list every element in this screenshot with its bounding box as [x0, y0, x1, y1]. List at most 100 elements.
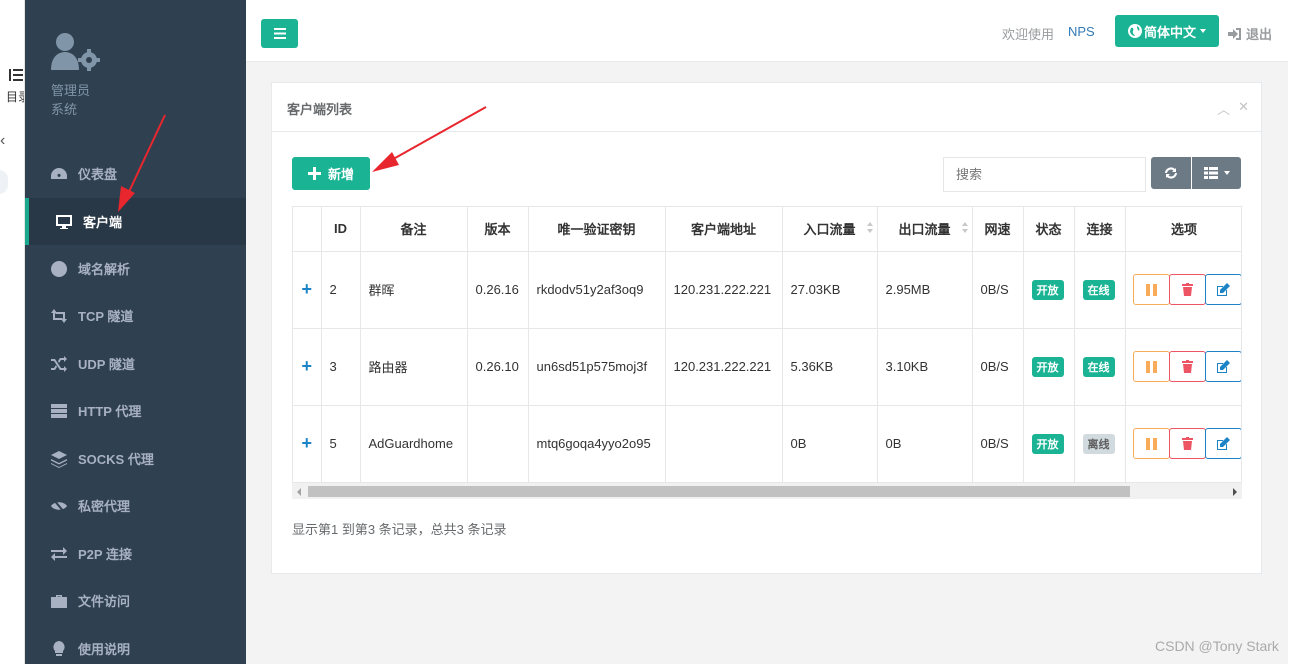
pause-button[interactable] [1132, 274, 1170, 305]
expand-button[interactable]: + [293, 251, 322, 329]
cell-version [467, 405, 529, 483]
col-in-flow[interactable]: 入口流量 [782, 207, 878, 252]
col-out-flow[interactable]: 出口流量 [877, 207, 973, 252]
dashboard-icon [50, 165, 68, 183]
col-address[interactable]: 客户端地址 [665, 207, 783, 252]
edit-button[interactable] [1204, 428, 1241, 459]
sidebar-item-label: 私密代理 [78, 499, 131, 514]
expand-button[interactable]: + [293, 328, 322, 406]
sidebar-item-label: P2P 连接 [78, 547, 132, 562]
delete-button[interactable] [1168, 428, 1206, 459]
col-id[interactable]: ID [321, 207, 361, 252]
scrollbar-thumb[interactable] [308, 486, 1130, 497]
cell-speed: 0B/S [972, 251, 1024, 329]
add-client-button[interactable]: 新增 [292, 157, 370, 190]
status-badge: 开放 [1031, 356, 1064, 377]
chevron-up-icon[interactable]: ︿ [1217, 99, 1230, 118]
globe-icon [50, 260, 68, 278]
status-badge: 开放 [1031, 279, 1064, 300]
th-list-icon [1203, 167, 1218, 179]
sort-icon[interactable] [866, 222, 873, 236]
cell-out-flow: 3.10KB [877, 328, 973, 406]
connection-badge: 在线 [1082, 279, 1115, 300]
outer-circle [0, 170, 8, 194]
cell-address: 120.231.222.221 [665, 251, 783, 329]
delete-button[interactable] [1168, 274, 1206, 305]
language-dropdown[interactable]: 简体中文 [1115, 15, 1219, 47]
col-connection[interactable]: 连接 [1074, 207, 1126, 252]
refresh-button[interactable] [1151, 157, 1191, 189]
sidebar-item-tcp[interactable]: TCP 隧道 [25, 292, 246, 339]
sidebar-item-files[interactable]: 文件访问 [25, 577, 246, 624]
hamburger-icon [273, 28, 286, 39]
logout-label: 退出 [1246, 27, 1273, 42]
brand-link[interactable]: NPS [1068, 24, 1095, 39]
card-tools: ︿ ✕ [1217, 99, 1249, 118]
sidebar-item-http[interactable]: HTTP 代理 [25, 387, 246, 434]
sidebar-item-label: SOCKS 代理 [78, 452, 154, 467]
cell-id: 2 [321, 251, 361, 329]
pagination-info: 显示第1 到第3 条记录，总共3 条记录 [292, 522, 507, 537]
cell-in-flow: 27.03KB [782, 251, 878, 329]
cell-out-flow: 2.95MB [877, 251, 973, 329]
delete-button[interactable] [1168, 351, 1206, 382]
sidebar-item-p2p[interactable]: P2P 连接 [25, 530, 246, 577]
search-input[interactable] [943, 157, 1146, 192]
pause-icon [1145, 360, 1157, 373]
list-icon[interactable] [9, 68, 23, 82]
cell-version: 0.26.10 [467, 328, 529, 406]
cell-address [665, 405, 783, 483]
edit-button[interactable] [1204, 274, 1241, 305]
pause-button[interactable] [1132, 351, 1170, 382]
sidebar-item-help[interactable]: 使用说明 [25, 625, 246, 664]
sidebar-item-udp[interactable]: UDP 隧道 [25, 340, 246, 387]
cell-vkey: rkdodv51y2af3oq9 [528, 251, 666, 329]
horizontal-scrollbar[interactable] [292, 482, 1242, 499]
scroll-right-icon[interactable] [1233, 488, 1237, 496]
sidebar-item-label: 客户端 [83, 215, 123, 230]
cell-id: 5 [321, 405, 361, 483]
columns-toggle-button[interactable] [1192, 157, 1241, 189]
caret-down-icon [1223, 171, 1230, 175]
plus-icon [307, 167, 321, 180]
card-title: 客户端列表 [287, 102, 353, 117]
cell-status: 开放 [1023, 405, 1075, 483]
expand-button[interactable]: + [293, 405, 322, 483]
col-options: 选项 [1125, 207, 1241, 252]
table-row: +3 路由器 0.26.10 un6sd51p575moj3f 120.231.222.… [293, 328, 1241, 406]
cell-options [1125, 328, 1241, 406]
col-vkey[interactable]: 唯一验证密钥 [528, 207, 666, 252]
pause-icon [1145, 283, 1157, 296]
col-status[interactable]: 状态 [1023, 207, 1075, 252]
sidebar-item-domain[interactable]: 域名解析 [25, 245, 246, 292]
cell-remark: AdGuardhome [360, 405, 468, 483]
watermark: CSDN @Tony Stark [1155, 638, 1279, 654]
col-speed[interactable]: 网速 [972, 207, 1024, 252]
logout-button[interactable]: 退出 [1228, 24, 1272, 43]
col-remark[interactable]: 备注 [360, 207, 468, 252]
cell-in-flow: 5.36KB [782, 328, 878, 406]
chevron-left-icon[interactable]: ‹ [0, 132, 5, 150]
cell-status: 开放 [1023, 328, 1075, 406]
sidebar-item-label: HTTP 代理 [78, 404, 142, 419]
menu-toggle-button[interactable] [261, 19, 298, 48]
sidebar-item-label: 使用说明 [78, 642, 131, 657]
client-table: ID 备注 版本 唯一验证密钥 客户端地址 入口流量 出口流量 网速 状态 连接… [292, 206, 1242, 497]
pause-button[interactable] [1132, 428, 1170, 459]
outer-label[interactable]: 目录 [6, 88, 24, 105]
cell-version: 0.26.16 [467, 251, 529, 329]
trash-icon [1181, 437, 1193, 450]
cell-options [1125, 251, 1241, 329]
sidebar-item-socks[interactable]: SOCKS 代理 [25, 435, 246, 482]
edit-button[interactable] [1204, 351, 1241, 382]
close-icon[interactable]: ✕ [1238, 99, 1249, 118]
col-version[interactable]: 版本 [467, 207, 529, 252]
cell-connection: 离线 [1074, 405, 1126, 483]
table-row: +2 群晖 0.26.16 rkdodv51y2af3oq9 120.231.222.2… [293, 251, 1241, 329]
sidebar-item-dashboard[interactable]: 仪表盘 [25, 150, 246, 197]
sidebar-item-label: TCP 隧道 [78, 309, 134, 324]
sidebar-item-clients[interactable]: 客户端 [25, 198, 246, 245]
scroll-left-icon[interactable] [297, 488, 301, 496]
sort-icon[interactable] [961, 222, 968, 236]
sidebar-item-secret[interactable]: 私密代理 [25, 482, 246, 529]
